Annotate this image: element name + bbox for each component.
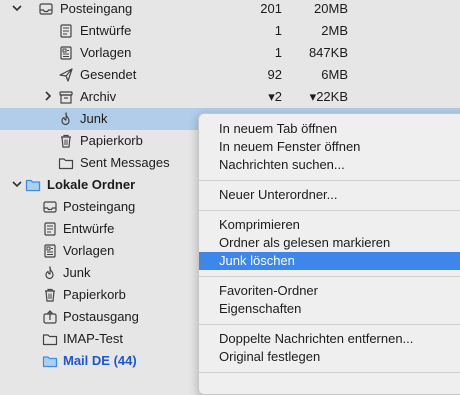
folder-label: Vorlagen [63,243,115,258]
menu-item-label: In neuem Tab öffnen [219,121,338,136]
menu-item-set-original[interactable]: Original festlegen [199,348,460,366]
inbox-icon [43,201,57,213]
folder-label: Junk [63,265,91,280]
unread-count: 92 [267,67,282,82]
menu-separator [199,372,460,373]
local-folders-label: Lokale Ordner [47,177,136,192]
menu-separator [199,210,460,211]
templates-icon [44,244,56,258]
folder-label: Papierkorb [63,287,126,302]
folder-label: Posteingang [63,199,136,214]
inbox-icon [39,3,53,15]
folder-label: Gesendet [80,67,137,82]
templates-icon [60,46,72,60]
menu-item-properties[interactable]: Eigenschaften [199,300,460,318]
folder-row-posteingang[interactable]: Posteingang 201 20MB [0,0,460,20]
folder-row-archiv[interactable]: Archiv ▾2 ▾22KB [0,86,460,108]
chevron-right-icon[interactable] [42,90,54,102]
context-menu: In neuem Tab öffnen In neuem Fenster öff… [198,113,460,395]
folder-label: Sent Messages [80,155,170,170]
folder-icon [42,356,58,368]
folder-label: Entwürfe [63,221,115,236]
local-folders-icon [25,179,41,192]
folder-label: IMAP-Test [63,331,123,346]
archive-icon [59,91,73,104]
folder-size: 2MB [321,23,348,38]
menu-item-label: Neuer Unterordner... [219,187,338,202]
chevron-down-icon[interactable] [11,178,23,190]
junk-icon [45,266,54,280]
menu-item-open-tab[interactable]: In neuem Tab öffnen [199,120,460,138]
folder-label: Vorlagen [80,45,132,60]
unread-count: ▾2 [268,89,282,104]
sent-icon [59,68,73,82]
menu-item-label: Favoriten-Ordner [219,283,318,298]
folder-row-vorlagen[interactable]: Vorlagen 1 847KB [0,42,460,64]
folder-label: Archiv [80,89,117,104]
menu-item-label: Doppelte Nachrichten entfernen... [219,331,414,346]
drafts-icon [44,222,56,236]
folder-size: 847KB [308,45,348,60]
menu-item-label: Junk löschen [219,253,295,268]
folder-icon [58,158,74,170]
folder-icon [42,334,58,346]
folder-size: 6MB [321,67,348,82]
folder-label: Posteingang [60,1,133,16]
menu-item-compact[interactable]: Komprimieren [199,216,460,234]
menu-item-open-window[interactable]: In neuem Fenster öffnen [199,138,460,156]
unread-count: 201 [260,1,282,16]
folder-row-gesendet[interactable]: Gesendet 92 6MB [0,64,460,86]
unread-count: 1 [274,23,282,38]
menu-separator [199,180,460,181]
folder-label: Papierkorb [80,133,143,148]
menu-item-remove-duplicates[interactable]: Doppelte Nachrichten entfernen... [199,330,460,348]
menu-item-new-subfolder[interactable]: Neuer Unterordner... [199,186,460,204]
menu-item-label: In neuem Fenster öffnen [219,139,361,154]
folder-label: Junk [80,111,108,126]
menu-separator [199,276,460,277]
menu-item-favorite-folder[interactable]: Favoriten-Ordner [199,282,460,300]
folder-label: Postausgang [63,309,139,324]
chevron-down-icon[interactable] [11,2,23,14]
menu-item-delete-junk[interactable]: Junk löschen [199,252,460,270]
trash-icon [61,134,71,148]
outbox-icon [43,310,57,324]
junk-icon [61,112,70,126]
folder-label: Entwürfe [80,23,132,38]
drafts-icon [60,24,72,38]
menu-item-label: Ordner als gelesen markieren [219,235,391,250]
unread-count: 1 [274,45,282,60]
menu-item-mark-folder-read[interactable]: Ordner als gelesen markieren [199,234,460,252]
folder-size: 20MB [314,1,348,16]
trash-icon [45,288,55,302]
menu-item-search-messages[interactable]: Nachrichten suchen... [199,156,460,174]
menu-item-label: Komprimieren [219,217,300,232]
folder-size: ▾22KB [309,89,348,104]
menu-item-label: Eigenschaften [219,301,302,316]
menu-item-label: Nachrichten suchen... [219,157,345,172]
menu-separator [199,324,460,325]
folder-label: Mail DE (44) [63,353,137,368]
menu-item-label: Original festlegen [219,349,321,364]
folder-row-entwuerfe[interactable]: Entwürfe 1 2MB [0,20,460,42]
